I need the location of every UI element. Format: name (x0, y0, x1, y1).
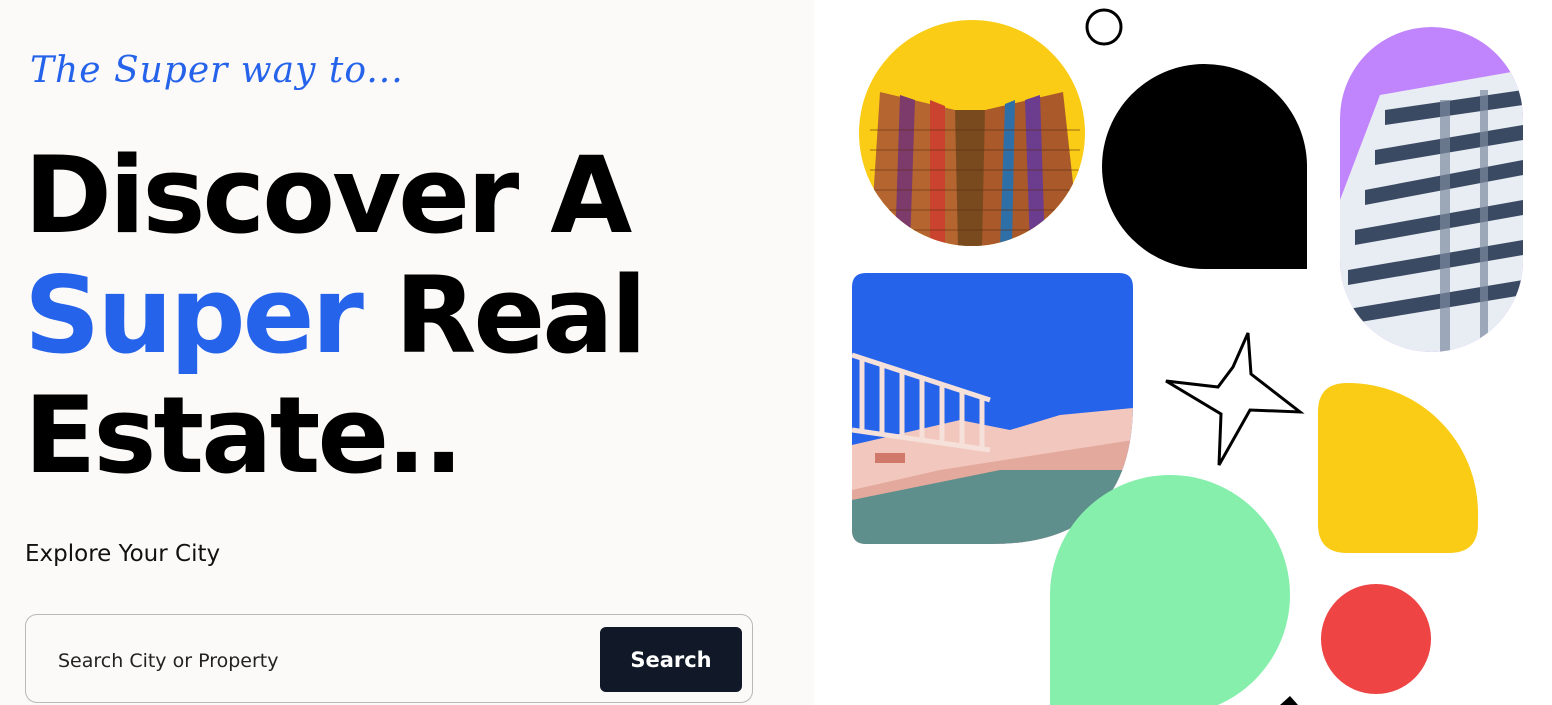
search-bar: Search (25, 614, 753, 703)
hero-headline: Discover A Super Real Estate.. (24, 134, 647, 497)
building-balconies-photo (1340, 27, 1523, 352)
red-circle-shape (1321, 584, 1431, 694)
search-input[interactable] (56, 643, 580, 679)
hero-tagline: The Super way to... (30, 50, 404, 91)
green-teardrop-shape (1050, 475, 1290, 705)
headline-accent-word: Super (24, 254, 364, 377)
headline-line-1: Discover A (24, 134, 632, 257)
headline-line-3: Estate.. (24, 374, 464, 497)
search-button[interactable]: Search (600, 627, 742, 692)
hero-subtitle: Explore Your City (25, 541, 221, 567)
partial-dark-shape (1280, 696, 1298, 705)
stair-railing-photo (852, 273, 1133, 544)
headline-line-2-rest: Real (360, 254, 647, 377)
hero-left-panel: The Super way to... Discover A Super Rea… (0, 0, 814, 705)
ring-shape (1085, 8, 1123, 46)
yellow-teardrop-shape (1318, 383, 1478, 553)
black-teardrop-shape (1102, 64, 1307, 269)
decorative-collage (852, 8, 1523, 705)
building-towers-photo (859, 20, 1085, 246)
headline-line-2: Super Real (24, 254, 647, 377)
starburst-shape (1165, 332, 1305, 466)
